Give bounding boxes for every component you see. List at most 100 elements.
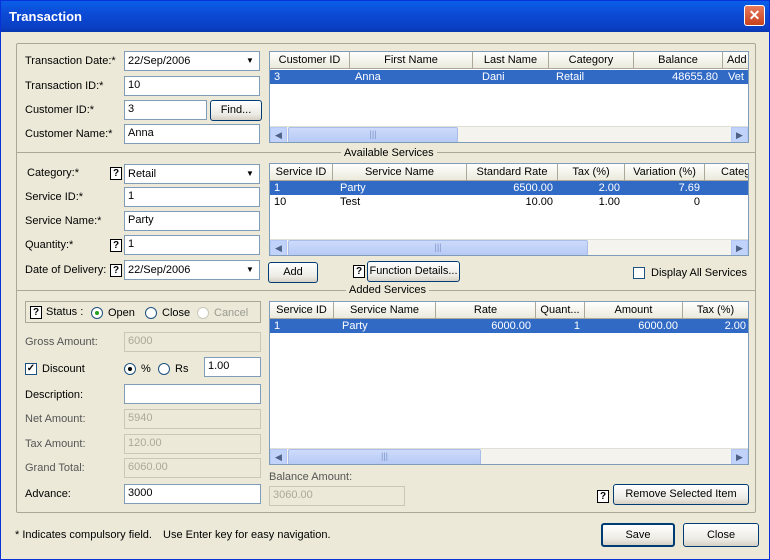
table-row[interactable]: 3 Anna Dani Retail 48655.80 Vet <box>270 70 748 84</box>
status-close-radio[interactable] <box>145 307 157 319</box>
cell-variation: 0 <box>693 196 700 208</box>
balance-amount-field: 3060.00 <box>269 486 405 506</box>
transaction-date-picker[interactable]: 22/Sep/2006 ▼ <box>124 51 260 71</box>
close-button[interactable]: Close <box>683 523 759 547</box>
save-button[interactable]: Save <box>601 523 675 547</box>
service-id-input[interactable]: 1 <box>124 187 260 207</box>
status-open-radio[interactable] <box>91 307 103 319</box>
description-label: Description: <box>25 389 84 401</box>
advance-input[interactable]: 3000 <box>124 484 261 504</box>
col-category[interactable]: Category <box>549 52 634 69</box>
customer-id-input[interactable]: 3 <box>124 100 207 120</box>
customer-grid-header: Customer ID First Name Last Name Categor… <box>270 52 748 69</box>
table-row[interactable]: 1 Party 6000.00 1 6000.00 2.00 <box>270 319 748 333</box>
function-details-button[interactable]: Function Details... <box>367 261 460 282</box>
chevron-down-icon[interactable]: ▼ <box>242 53 258 69</box>
col-amount[interactable]: Amount <box>585 302 683 319</box>
find-button[interactable]: Find... <box>210 100 262 121</box>
balance-amount-label: Balance Amount: <box>269 471 353 483</box>
grand-total-label: Grand Total: <box>25 462 85 474</box>
transaction-id-input[interactable]: 10 <box>124 76 260 96</box>
customer-name-label: Customer Name:* <box>25 128 113 140</box>
chevron-down-icon[interactable]: ▼ <box>242 262 258 278</box>
scroll-thumb[interactable]: ||| <box>288 449 481 464</box>
customer-grid-scrollbar[interactable]: ◀ ||| ▶ <box>270 126 748 142</box>
cell-balance: 48655.80 <box>672 71 718 83</box>
close-window-icon[interactable]: ✕ <box>744 5 765 26</box>
quantity-help-icon[interactable]: ? <box>110 239 122 252</box>
col-tax[interactable]: Tax (%) <box>558 164 625 181</box>
customer-grid[interactable]: Customer ID First Name Last Name Categor… <box>269 51 749 143</box>
discount-label: Discount <box>42 363 85 375</box>
table-row[interactable]: 10 Test 10.00 1.00 0 <box>270 195 748 209</box>
cell-category: Retail <box>556 71 585 83</box>
customer-name-input[interactable]: Anna <box>124 124 260 144</box>
function-help-icon[interactable]: ? <box>353 265 365 278</box>
scroll-left-icon[interactable]: ◀ <box>270 449 287 464</box>
available-grid-header: Service ID Service Name Standard Rate Ta… <box>270 164 748 181</box>
cell-tax: 2.00 <box>598 182 620 194</box>
cell-tax: 2.00 <box>724 320 746 332</box>
scroll-thumb[interactable]: ||| <box>288 127 458 142</box>
scroll-left-icon[interactable]: ◀ <box>270 240 287 255</box>
discount-rs-radio[interactable] <box>158 363 170 375</box>
customer-id-label: Customer ID:* <box>25 104 95 116</box>
status-help-icon[interactable]: ? <box>30 306 42 319</box>
col-quantity[interactable]: Quant... <box>536 302 585 319</box>
remove-selected-item-button[interactable]: Remove Selected Item <box>613 484 749 505</box>
added-services-grid[interactable]: Service ID Service Name Rate Quant... Am… <box>269 301 749 465</box>
col-service-name[interactable]: Service Name <box>333 164 467 181</box>
col-variation[interactable]: Variation (%) <box>625 164 705 181</box>
col-balance[interactable]: Balance <box>634 52 723 69</box>
transaction-window: Transaction ✕ Available Services Added S… <box>0 0 770 560</box>
status-label: Status : <box>46 306 84 318</box>
scroll-right-icon[interactable]: ▶ <box>731 240 748 255</box>
title-bar[interactable]: Transaction ✕ <box>1 1 769 32</box>
window-title: Transaction <box>9 9 82 24</box>
cell-service-name: Party <box>342 320 368 332</box>
col-tax[interactable]: Tax (%) <box>683 302 748 319</box>
add-service-button[interactable]: Add <box>268 262 318 283</box>
col-customer-id[interactable]: Customer ID <box>270 52 350 69</box>
category-label: Category:* <box>27 167 79 179</box>
col-rate[interactable]: Rate <box>436 302 536 319</box>
cell-quantity: 1 <box>573 320 580 332</box>
col-standard-rate[interactable]: Standard Rate <box>467 164 558 181</box>
col-service-name[interactable]: Service Name <box>334 302 436 319</box>
available-services-legend: Available Services <box>341 147 437 159</box>
col-last-name[interactable]: Last Name <box>473 52 549 69</box>
available-grid-scrollbar[interactable]: ◀ ||| ▶ <box>270 239 748 255</box>
scroll-thumb[interactable]: ||| <box>288 240 588 255</box>
cell-tax: 1.00 <box>598 196 620 208</box>
discount-value-input[interactable]: 1.00 <box>204 357 261 377</box>
category-select[interactable]: Retail ▼ <box>124 164 260 184</box>
service-name-label: Service Name:* <box>25 215 102 227</box>
col-address[interactable]: Add <box>723 52 748 69</box>
chevron-down-icon[interactable]: ▼ <box>242 166 258 182</box>
delivery-help-icon[interactable]: ? <box>110 264 122 277</box>
col-first-name[interactable]: First Name <box>350 52 473 69</box>
description-input[interactable] <box>124 384 261 404</box>
remove-help-icon[interactable]: ? <box>597 490 609 503</box>
scroll-right-icon[interactable]: ▶ <box>731 127 748 142</box>
status-close-label: Close <box>162 307 191 319</box>
col-service-id[interactable]: Service ID <box>270 302 334 319</box>
cell-rate: 6000.00 <box>491 320 531 332</box>
col-service-id[interactable]: Service ID <box>270 164 333 181</box>
discount-percent-radio[interactable] <box>124 363 136 375</box>
added-grid-scrollbar[interactable]: ◀ ||| ▶ <box>270 448 748 464</box>
scroll-right-icon[interactable]: ▶ <box>731 449 748 464</box>
display-all-checkbox[interactable] <box>633 267 645 279</box>
quantity-input[interactable]: 1 <box>124 235 260 255</box>
status-cancel-radio[interactable] <box>197 307 209 319</box>
discount-checkbox[interactable]: ✓ <box>25 363 37 375</box>
category-help-icon[interactable]: ? <box>110 167 122 180</box>
col-category[interactable]: Categ <box>705 164 748 181</box>
scroll-left-icon[interactable]: ◀ <box>270 127 287 142</box>
table-row[interactable]: 1 Party 6500.00 2.00 7.69 <box>270 181 748 195</box>
delivery-date-picker[interactable]: 22/Sep/2006 ▼ <box>124 260 260 280</box>
available-services-grid[interactable]: Service ID Service Name Standard Rate Ta… <box>269 163 749 256</box>
cell-service-id: 1 <box>274 182 281 194</box>
tax-amount-label: Tax Amount: <box>25 438 86 450</box>
service-name-input[interactable]: Party <box>124 211 260 231</box>
